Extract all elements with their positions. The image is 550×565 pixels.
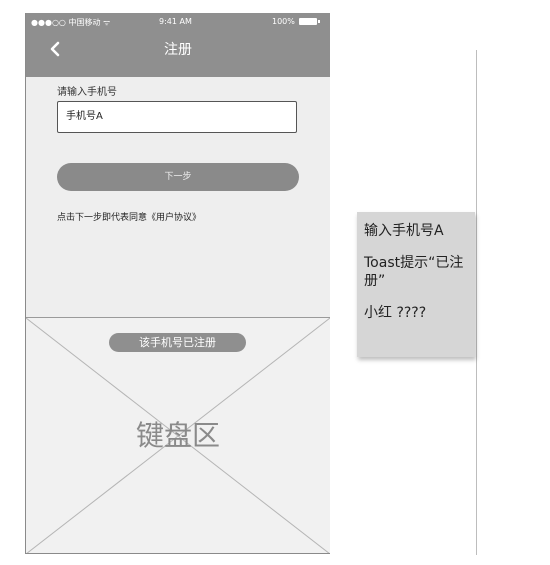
annotation-note: 输入手机号A Toast提示“已注册” 小红 ???? [357, 212, 475, 357]
toast-message: 该手机号已注册 [109, 333, 246, 352]
next-button[interactable]: 下一步 [57, 163, 299, 191]
battery-tip [318, 20, 320, 23]
battery-percent: 100% [272, 17, 295, 26]
note-line: 输入手机号A [364, 223, 444, 239]
phone-mockup: ●●●○○ 中国移动 ᯤ 9:41 AM 100% 注册 请输入手机号 手机号A… [25, 13, 330, 554]
battery-icon [299, 18, 317, 25]
keyboard-label: 键盘区 [135, 419, 220, 452]
carrier-label: ●●●○○ 中国移动 ᯤ [31, 18, 111, 27]
page-title: 注册 [164, 42, 192, 58]
phone-field-label: 请输入手机号 [57, 87, 117, 98]
phone-input[interactable]: 手机号A [57, 101, 297, 133]
status-time: 9:41 AM [159, 17, 192, 26]
nav-bar: 注册 [26, 33, 330, 77]
keyboard-area: 该手机号已注册 键盘区 [26, 317, 330, 553]
status-bar: ●●●○○ 中国移动 ᯤ 9:41 AM 100% [26, 13, 330, 33]
agreement-link[interactable]: 点击下一步即代表同意《用户协议》 [57, 210, 201, 223]
frame-edge [476, 50, 477, 555]
note-line: Toast提示“已注册” [364, 255, 464, 289]
note-line: 小红 ???? [364, 305, 427, 321]
